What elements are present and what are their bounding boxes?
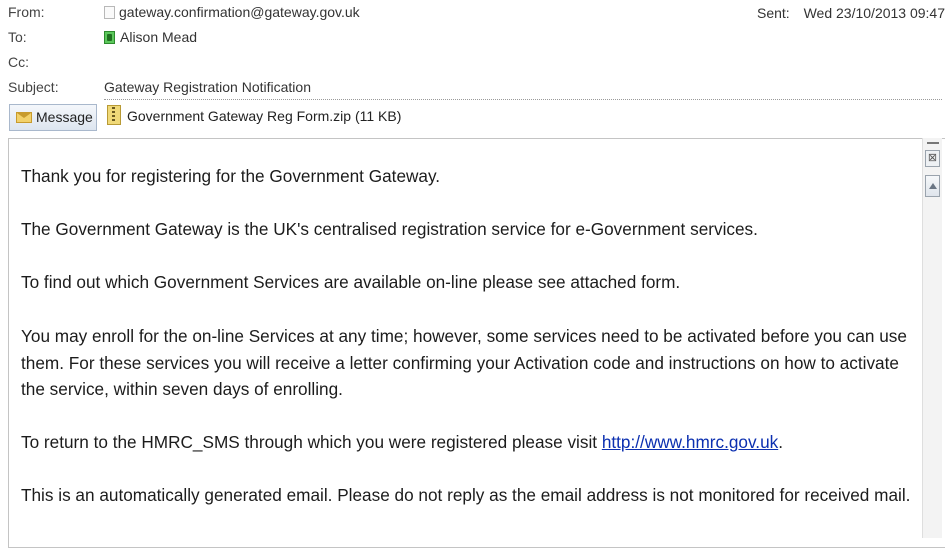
presence-icon bbox=[104, 31, 115, 44]
body-paragraph-6: This is an automatically generated email… bbox=[21, 485, 911, 505]
subject-label: Subject: bbox=[8, 79, 59, 95]
to-value[interactable]: Alison Mead bbox=[104, 26, 197, 48]
body-paragraph-4: You may enroll for the on-line Services … bbox=[21, 326, 907, 399]
vertical-scrollbar[interactable]: ⊠ bbox=[922, 138, 942, 538]
to-recipient[interactable]: Alison Mead bbox=[120, 29, 197, 45]
from-label: From: bbox=[8, 4, 45, 20]
sent-value: Wed 23/10/2013 09:47 bbox=[803, 5, 946, 21]
sent-row: Sent: Wed 23/10/2013 09:47 bbox=[757, 2, 945, 24]
message-tab[interactable]: Message bbox=[9, 104, 97, 131]
body-paragraph-5-suffix: . bbox=[778, 432, 783, 452]
hmrc-link[interactable]: http://www.hmrc.gov.uk bbox=[602, 432, 778, 452]
from-value[interactable]: gateway.confirmation@gateway.gov.uk bbox=[104, 1, 360, 23]
message-tab-label: Message bbox=[36, 109, 93, 125]
scrollbar-top-mark bbox=[927, 142, 939, 144]
split-view-icon[interactable]: ⊠ bbox=[925, 150, 940, 167]
subject-value: Gateway Registration Notification bbox=[104, 79, 311, 95]
zip-file-icon[interactable] bbox=[107, 105, 121, 125]
cc-label: Cc: bbox=[8, 54, 29, 70]
envelope-icon bbox=[16, 112, 32, 123]
body-paragraph-5-prefix: To return to the HMRC_SMS through which … bbox=[21, 432, 602, 452]
attachment-bar: Message Government Gateway Reg Form.zip … bbox=[0, 101, 950, 135]
from-address[interactable]: gateway.confirmation@gateway.gov.uk bbox=[119, 4, 360, 20]
sent-label: Sent: bbox=[757, 5, 790, 21]
body-paragraph-2: The Government Gateway is the UK's centr… bbox=[21, 219, 758, 239]
attachment-link[interactable]: Government Gateway Reg Form.zip (11 KB) bbox=[127, 105, 401, 127]
scroll-up-arrow-icon[interactable] bbox=[925, 175, 940, 197]
message-header: From: gateway.confirmation@gateway.gov.u… bbox=[0, 0, 950, 100]
to-label: To: bbox=[8, 29, 27, 45]
body-paragraph-1: Thank you for registering for the Govern… bbox=[21, 166, 441, 186]
checkbox-icon bbox=[104, 6, 115, 19]
message-body: Thank you for registering for the Govern… bbox=[8, 138, 945, 548]
body-paragraph-3: To find out which Government Services ar… bbox=[21, 272, 681, 292]
body-paragraph-5: To return to the HMRC_SMS through which … bbox=[21, 429, 911, 456]
header-divider bbox=[104, 99, 942, 100]
